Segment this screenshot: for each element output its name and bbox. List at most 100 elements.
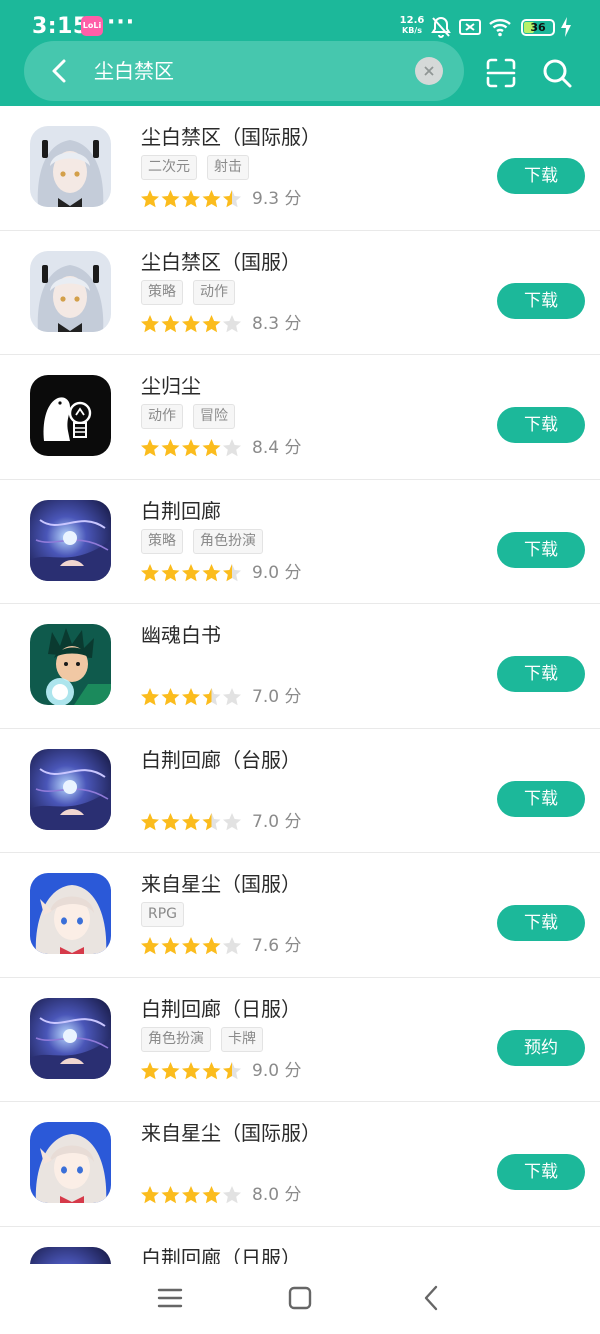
- star-icon: [161, 812, 180, 830]
- app-name[interactable]: 来自星尘（国服）: [141, 870, 301, 898]
- star-icon: [202, 190, 221, 208]
- anime-girl-white-hair-icon[interactable]: [30, 126, 111, 207]
- search-input[interactable]: 尘白禁区: [94, 56, 174, 86]
- network-speed-value: 12.6: [399, 15, 425, 26]
- anime-dark-swirl-icon[interactable]: [30, 997, 111, 1079]
- menu-icon[interactable]: [155, 1283, 185, 1313]
- star-icon: [161, 314, 180, 332]
- download-button[interactable]: 下载: [497, 905, 585, 941]
- star-icon: [223, 812, 241, 830]
- star-icon: [161, 688, 180, 706]
- app-name[interactable]: 白荆回廊（日服）: [141, 995, 301, 1023]
- result-row[interactable]: 来自星尘（国服） RPG 7.6 分 下载: [0, 853, 600, 978]
- anime-girl-white-hair-icon[interactable]: [30, 250, 111, 332]
- back-icon[interactable]: [417, 1283, 447, 1313]
- star-icon: [141, 190, 159, 208]
- clear-icon[interactable]: [415, 57, 443, 85]
- download-button[interactable]: 下载: [497, 656, 585, 692]
- genre-tag: 策略: [141, 528, 183, 554]
- result-row[interactable]: 尘归尘 动作 冒险 8.4 分 下载: [0, 355, 600, 480]
- download-button[interactable]: 下载: [497, 282, 585, 319]
- app-name[interactable]: 尘白禁区（国际服）: [141, 123, 321, 151]
- anime-dark-swirl-icon[interactable]: [30, 1246, 111, 1264]
- genre-tag: 角色扮演: [141, 1026, 211, 1052]
- score: 8.3 分: [252, 313, 302, 334]
- star-icon: [223, 563, 241, 581]
- home-icon[interactable]: [285, 1283, 315, 1313]
- genre-tag: 冒险: [193, 404, 235, 429]
- search-bar[interactable]: 尘白禁区: [24, 41, 464, 101]
- star-icon: [161, 439, 180, 457]
- score: 7.6 分: [252, 936, 302, 956]
- score: 9.0 分: [252, 1060, 302, 1081]
- star-icon: [141, 314, 159, 332]
- star-icon: [202, 439, 221, 457]
- battery-percent: 36: [530, 21, 546, 34]
- score: 9.0 分: [252, 562, 302, 583]
- tag-list: 策略 动作: [141, 279, 245, 306]
- genre-tag: 卡牌: [221, 1026, 263, 1052]
- star-icon: [202, 1186, 221, 1204]
- star-icon: [182, 439, 200, 457]
- tag-list: RPG: [141, 902, 194, 928]
- star-icon: [182, 190, 200, 208]
- star-rating: [141, 1061, 241, 1079]
- app-name[interactable]: 尘归尘: [141, 372, 201, 400]
- header: 3:15 LoLi ··· 12.6 KB/s 36 尘白禁区: [0, 0, 600, 106]
- star-rating: [141, 937, 241, 955]
- search-results-list[interactable]: 尘白禁区（国际服） 二次元 射击 9.3 分下载 尘白禁区（国服） 策略 动作 8.3 分下载…: [0, 106, 600, 1264]
- star-icon: [182, 1186, 200, 1204]
- star-icon: [223, 688, 241, 706]
- anime-girl-blonde-icon[interactable]: [30, 873, 111, 954]
- genre-tag: 角色扮演: [193, 528, 263, 554]
- anime-fighter-green-icon[interactable]: [30, 624, 111, 705]
- anime-girl-blonde-icon[interactable]: [30, 1122, 111, 1203]
- result-row[interactable]: 幽魂白书 7.0 分 下载: [0, 604, 600, 729]
- scan-icon[interactable]: [484, 56, 518, 90]
- star-icon: [141, 439, 159, 457]
- back-arrow-icon[interactable]: [40, 51, 80, 91]
- download-button[interactable]: 下载: [497, 780, 585, 817]
- star-icon: [141, 688, 159, 706]
- genre-tag: 二次元: [141, 155, 197, 180]
- star-icon: [202, 688, 221, 706]
- app-name[interactable]: 来自星尘（国际服）: [141, 1119, 321, 1147]
- star-rating: [141, 314, 241, 332]
- creature-lightbulb-icon[interactable]: [30, 375, 111, 456]
- result-row[interactable]: 白荆回廊（日服） 角色扮演 卡牌 9.0 分 预约: [0, 978, 600, 1102]
- app-name[interactable]: 白荆回廊（台服）: [141, 746, 301, 774]
- star-icon: [141, 1061, 159, 1079]
- wifi-icon: [489, 19, 511, 37]
- star-icon: [141, 1186, 159, 1204]
- star-icon: [161, 937, 180, 955]
- star-icon: [182, 688, 200, 706]
- download-button[interactable]: 预约: [497, 1029, 585, 1066]
- search-icon[interactable]: [540, 56, 574, 90]
- star-icon: [182, 314, 200, 332]
- result-row[interactable]: 尘白禁区（国际服） 二次元 射击 9.3 分下载: [0, 106, 600, 231]
- score: 7.0 分: [252, 687, 302, 707]
- star-icon: [161, 1061, 180, 1079]
- download-button[interactable]: 下载: [497, 407, 585, 443]
- star-icon: [223, 314, 241, 332]
- result-row[interactable]: 白荆回廊（台服） 7.0 分 下载: [0, 729, 600, 853]
- download-button[interactable]: 下载: [497, 1154, 585, 1190]
- download-button[interactable]: 下载: [497, 531, 585, 568]
- result-row[interactable]: 白荆回廊策略 角色扮演 9.0 分 下载: [0, 480, 600, 604]
- download-button[interactable]: 下载: [497, 158, 585, 194]
- anime-dark-swirl-icon[interactable]: [30, 499, 111, 581]
- star-icon: [202, 563, 221, 581]
- app-name[interactable]: 白荆回廊（日服）: [141, 1244, 301, 1265]
- genre-tag: 动作: [193, 279, 235, 305]
- app-name[interactable]: 幽魂白书: [141, 621, 221, 649]
- app-name[interactable]: 白荆回廊: [141, 497, 221, 525]
- clear-search-button[interactable]: [415, 57, 443, 85]
- star-rating: [141, 1186, 241, 1204]
- tag-list: 策略 角色扮演: [141, 528, 273, 555]
- result-row[interactable]: 尘白禁区（国服） 策略 动作 8.3 分 下载: [0, 231, 600, 355]
- result-row[interactable]: 来自星尘（国际服） 8.0 分 下载: [0, 1102, 600, 1227]
- anime-dark-swirl-icon[interactable]: [30, 748, 111, 830]
- sim-disabled-icon: [459, 19, 481, 35]
- result-row[interactable]: 白荆回廊（日服）: [0, 1227, 600, 1265]
- app-name[interactable]: 尘白禁区（国服）: [141, 248, 301, 276]
